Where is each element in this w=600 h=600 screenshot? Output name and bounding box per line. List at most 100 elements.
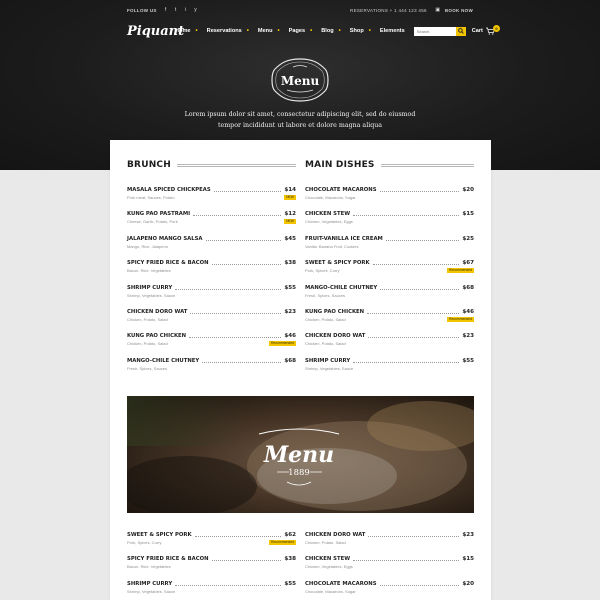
dotted-leader — [368, 536, 460, 537]
hero-line-1: Lorem ipsum dolor sit amet, consectetur … — [184, 111, 416, 118]
menu-item-desc-row: Fresh, Spices, Sauces — [305, 293, 474, 298]
main-navbar: Piquant Home • Reservations • Menu • Pages •… — [127, 22, 500, 40]
nav-item-reservations[interactable]: Reservations • — [207, 28, 249, 34]
menu-item-name: CHICKEN DORO WAT — [305, 333, 366, 340]
facebook-icon[interactable]: f — [163, 7, 169, 13]
youtube-icon[interactable]: y — [193, 7, 199, 13]
menu-item-ingredients: Shrimp, Vegetables, Sauce — [127, 588, 176, 594]
menu-item: SHRIMP CURRY $55 Shrimp, Vegetables, Sauce — [127, 579, 296, 600]
menu-item-badge: Recommended — [447, 316, 474, 322]
nav-item-menu[interactable]: Menu • — [258, 28, 280, 34]
menu-item-ingredients: Shrimp, Vegetables, Sauce — [127, 292, 176, 298]
menu-item-ingredients: Bacon, Rice, Vegetables — [127, 564, 171, 570]
menu-item-badge: Recommended — [269, 540, 296, 545]
search-input[interactable] — [413, 26, 456, 36]
menu-item: MANGO-CHILE CHUTNEY $68 Fresh, Spices, Sau… — [305, 283, 474, 307]
menu-item: SWEET & SPICY PORK $67 Pork, Spices, Curry… — [305, 258, 474, 282]
twitter-icon[interactable]: t — [173, 7, 179, 13]
menu-item-name: MASALA SPICED CHICKPEAS — [127, 187, 211, 193]
menu-item-price: $23 — [462, 532, 474, 538]
menu-emblem: Menu — [271, 58, 329, 102]
search-button[interactable] — [455, 26, 466, 36]
dotted-leader — [353, 560, 460, 562]
menu-item-price: $20 — [462, 580, 474, 587]
menu-item: CHOCOLATE MACARONS $20 Chocolate, Macarons… — [305, 579, 474, 600]
menu-item-desc-row: Pork, Spices, Curry Recommended — [127, 540, 296, 545]
section-title: BRUNCH — [127, 158, 296, 172]
menu-item-ingredients: Chicken, Potato, Salad — [127, 316, 168, 322]
site-logo[interactable]: Piquant — [127, 24, 184, 39]
menu-item-price: $55 — [462, 357, 474, 364]
menu-item: FRUIT-VANILLA ICE CREAM $25 Vanilla, Banan… — [305, 234, 474, 258]
book-now-link[interactable]: BOOK NOW — [445, 8, 473, 13]
brunch-section: BRUNCH MASALA SPICED CHICKPEAS $14 Pork me… — [127, 158, 296, 380]
menu-item-row: FRUIT-VANILLA ICE CREAM $25 — [305, 234, 474, 242]
menu-item-row: MANGO-CHILE CHUTNEY $68 — [127, 356, 296, 364]
dotted-leader — [202, 361, 282, 363]
dotted-leader — [353, 215, 460, 217]
menu-item: JALAPENO MANGO SALSA $45 Mango, Rice, Jala… — [127, 234, 296, 258]
menu-item-desc-row: Chocolate, Macarons, Sugar — [305, 195, 474, 200]
nav-item-blog[interactable]: Blog • — [321, 28, 341, 34]
menu-item-row: CHOCOLATE MACARONS $20 — [305, 579, 474, 587]
main-nav: Home • Reservations • Menu • Pages • Blog • S… — [175, 28, 414, 34]
nav-item-shop[interactable]: Shop • — [350, 28, 371, 34]
menu-item-price: $68 — [284, 357, 296, 364]
menu-item-name: CHOCOLATE MACARONS — [305, 187, 377, 193]
menu-item-name: CHICKEN DORO WAT — [305, 532, 366, 538]
menu-item-price: $38 — [284, 260, 296, 267]
menu-item-price: $38 — [284, 556, 296, 563]
menu-item-price: $68 — [462, 284, 474, 291]
menu-item-row: SWEET & SPICY PORK $67 — [305, 258, 474, 266]
menu-item: SPICY FRIED RICE & BACON $38 Bacon, Rice, … — [127, 258, 296, 282]
menu-item-row: CHICKEN DORO WAT $23 — [127, 307, 296, 315]
menu-item-name: MANGO-CHILE CHUTNEY — [127, 357, 200, 364]
menu-item-price: $25 — [462, 235, 474, 242]
menu-item-row: CHICKEN STEW $15 — [305, 209, 474, 217]
dotted-leader — [194, 536, 282, 537]
menu-item-name: KUNG PAO PASTRAMI — [127, 211, 191, 218]
menu-item: CHOCOLATE MACARONS $20 Chocolate, Macarons… — [305, 185, 474, 209]
dotted-leader — [193, 215, 282, 217]
instagram-icon[interactable]: i — [183, 7, 189, 13]
menu-item-ingredients: Fresh, Spices, Sauces — [305, 292, 346, 298]
menu-item-desc-row: Chocolate, Macarons, Sugar — [305, 589, 474, 594]
dotted-leader — [353, 361, 460, 363]
menu-item: CHICKEN DORO WAT $23 Chicken, Potato, Sala… — [127, 307, 296, 331]
menu-item-ingredients: Chicken, Potato, Salad — [305, 341, 346, 347]
cart-count-badge: 0 — [492, 24, 500, 32]
dotted-leader — [379, 584, 460, 586]
dotted-leader — [205, 239, 282, 241]
menu-item-name: CHOCOLATE MACARONS — [305, 580, 377, 587]
cart-label: Cart — [471, 28, 483, 34]
menu-item-row: SWEET & SPICY PORK $62 — [127, 530, 296, 538]
dotted-leader — [379, 191, 460, 192]
menu-item-price: $46 — [462, 308, 474, 315]
menu-item-name: KUNG PAO CHICKEN — [305, 308, 365, 315]
hero-line-2: tempor incididunt ut labore et dolore ma… — [217, 122, 383, 129]
menu-item-desc-row: Shrimp, Vegetables, Sauce — [127, 589, 296, 594]
menu-item-desc-row: Mango, Rice, Jalapeno — [127, 244, 296, 249]
menu-item-desc-row: Pork, Spices, Curry Recommended — [305, 268, 474, 274]
nav-item-elements[interactable]: Elements — [380, 28, 405, 34]
dotted-leader — [213, 191, 282, 192]
menu-item: SPICY FRIED RICE & BACON $38 Bacon, Rice, … — [127, 554, 296, 578]
emblem-text: Menu — [281, 74, 320, 88]
menu-item-name: SHRIMP CURRY — [127, 580, 173, 587]
menu-item-desc-row: Chicken, Vegetables, Eggs — [305, 564, 474, 569]
menu-item-row: SHRIMP CURRY $55 — [127, 579, 296, 587]
menu-item-name: SHRIMP CURRY — [305, 357, 351, 364]
cart-button[interactable]: Cart 0 — [471, 24, 500, 35]
dotted-leader — [380, 288, 460, 290]
menu-item-ingredients: Chocolate, Macarons, Sugar — [305, 195, 356, 200]
menu-item-ingredients: Chicken, Vegetables, Eggs — [305, 219, 353, 225]
menu-item-price: $20 — [462, 187, 474, 193]
menu-item-name: SPICY FRIED RICE & BACON — [127, 260, 209, 267]
nav-item-pages[interactable]: Pages • — [289, 28, 313, 34]
menu-item-desc-row: Shrimp, Vegetables, Sauce — [127, 293, 296, 298]
nav-item-home[interactable]: Home • — [175, 28, 198, 34]
menu-item-row: CHICKEN DORO WAT $23 — [305, 530, 474, 538]
menu-item-price: $23 — [462, 333, 474, 340]
menu-item-name: SHRIMP CURRY — [127, 284, 173, 291]
menu-item-name: SWEET & SPICY PORK — [127, 532, 192, 538]
